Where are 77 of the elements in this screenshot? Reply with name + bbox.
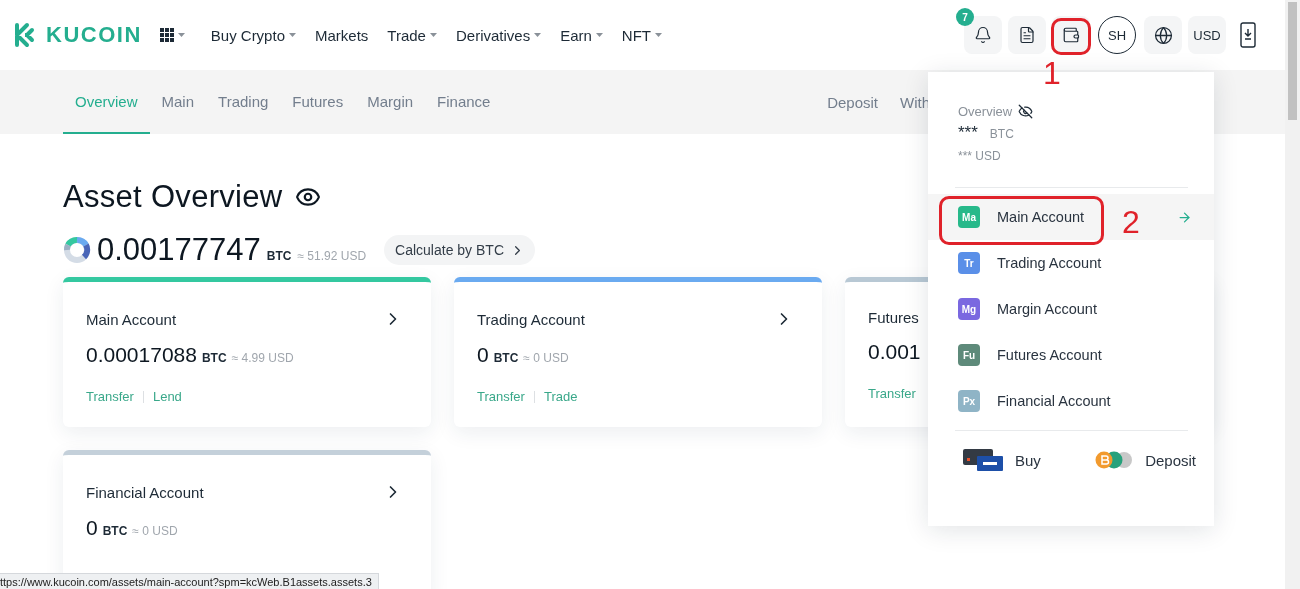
account-badge: Mg xyxy=(958,298,980,320)
card-amount: 0.001 xyxy=(868,340,921,364)
scrollbar[interactable] xyxy=(1285,0,1300,589)
overview-label: Overview xyxy=(958,104,1013,119)
nav-link[interactable]: Buy Crypto xyxy=(210,26,296,44)
coins-icon xyxy=(1095,451,1134,469)
account-menu-item[interactable]: Fu Futures Account xyxy=(928,332,1214,378)
account-badge: Px xyxy=(958,390,980,412)
section-tab[interactable]: Finance xyxy=(425,70,503,134)
balance-usd: ≈ 51.92 USD xyxy=(297,249,367,263)
hidden-balance: *** xyxy=(958,123,978,143)
account-menu-item[interactable]: Mg Margin Account xyxy=(928,286,1214,332)
card-amount: 0 xyxy=(477,343,489,367)
card-usd: ≈ 0 USD xyxy=(132,524,178,538)
account-badge: Ma xyxy=(958,206,980,228)
calculate-button[interactable]: Calculate by BTC xyxy=(384,235,535,265)
card-usd: ≈ 0 USD xyxy=(523,351,569,365)
hidden-usd: *** USD xyxy=(958,149,1002,163)
section-tab[interactable]: Main xyxy=(149,70,207,134)
card-amount: 0 xyxy=(86,516,98,540)
apps-menu[interactable] xyxy=(159,28,185,42)
annotation-number: 2 xyxy=(1122,206,1140,238)
card-icon xyxy=(963,449,1003,471)
nav-link[interactable]: Earn xyxy=(560,26,603,44)
account-badge: Tr xyxy=(958,252,980,274)
card-usd: ≈ 4.99 USD xyxy=(231,351,294,365)
caret-icon xyxy=(534,33,542,37)
buy-link[interactable]: Buy xyxy=(963,449,1041,471)
avatar-button[interactable]: SH xyxy=(1098,16,1136,54)
scrollbar-thumb[interactable] xyxy=(1288,2,1297,120)
nav-link[interactable]: Derivatives xyxy=(455,26,542,44)
card-title: Main Account xyxy=(86,310,177,328)
caret-icon xyxy=(289,33,296,37)
section-tab[interactable]: Margin xyxy=(355,70,426,134)
nav-link[interactable]: Markets xyxy=(315,26,369,44)
account-menu-item[interactable]: Px Financial Account xyxy=(928,378,1214,424)
caret-icon xyxy=(429,33,437,37)
account-menu-item[interactable]: Tr Trading Account xyxy=(928,240,1214,286)
eye-off-icon[interactable] xyxy=(1018,104,1034,119)
caret-icon xyxy=(177,33,185,37)
card-amount: 0.00017088 xyxy=(86,343,197,367)
globe-icon xyxy=(1153,25,1173,45)
app-download-button[interactable] xyxy=(1240,22,1256,48)
annotation-number: 1 xyxy=(1043,57,1061,89)
brand-name: KUCOIN xyxy=(46,22,142,48)
orders-button[interactable] xyxy=(1008,16,1046,54)
card-title: Financial Account xyxy=(86,483,204,501)
donut-chart-icon xyxy=(63,236,91,264)
card-title: Futures xyxy=(868,309,919,326)
notification-badge: 7 xyxy=(956,8,974,26)
nav-link[interactable]: Trade xyxy=(387,26,437,44)
card-title: Trading Account xyxy=(477,310,585,328)
deposit-link[interactable]: Deposit xyxy=(1095,451,1196,469)
grid-icon xyxy=(159,28,174,42)
section-tab[interactable]: Trading xyxy=(206,70,281,134)
wallet-icon xyxy=(1062,26,1080,44)
card-unit: BTC xyxy=(102,524,128,538)
arrow-icon xyxy=(1177,209,1192,225)
status-url: ttps://www.kucoin.com/assets/main-account?spm=kcWeb.B1assets.assets.3 xyxy=(0,573,379,589)
bell-icon xyxy=(974,26,992,44)
language-button[interactable] xyxy=(1144,16,1182,54)
account-badge: Fu xyxy=(958,344,980,366)
card-unit: BTC xyxy=(493,351,519,365)
currency-button[interactable]: USD xyxy=(1188,16,1226,54)
caret-icon xyxy=(595,33,603,37)
nav-link[interactable]: NFT xyxy=(621,26,662,44)
section-tab[interactable]: Futures xyxy=(280,70,356,134)
page-title: Asset Overview xyxy=(63,179,283,215)
total-balance: 0.00177747 xyxy=(97,232,261,268)
subnav-link[interactable]: Deposit xyxy=(827,93,878,111)
balance-unit: BTC xyxy=(266,249,292,263)
card-unit: BTC xyxy=(201,351,227,365)
document-icon xyxy=(1018,26,1036,44)
phone-download-icon xyxy=(1240,22,1256,48)
highlight-frame xyxy=(1051,18,1091,55)
caret-icon xyxy=(655,33,662,37)
balance-unit: BTC xyxy=(989,127,1014,141)
